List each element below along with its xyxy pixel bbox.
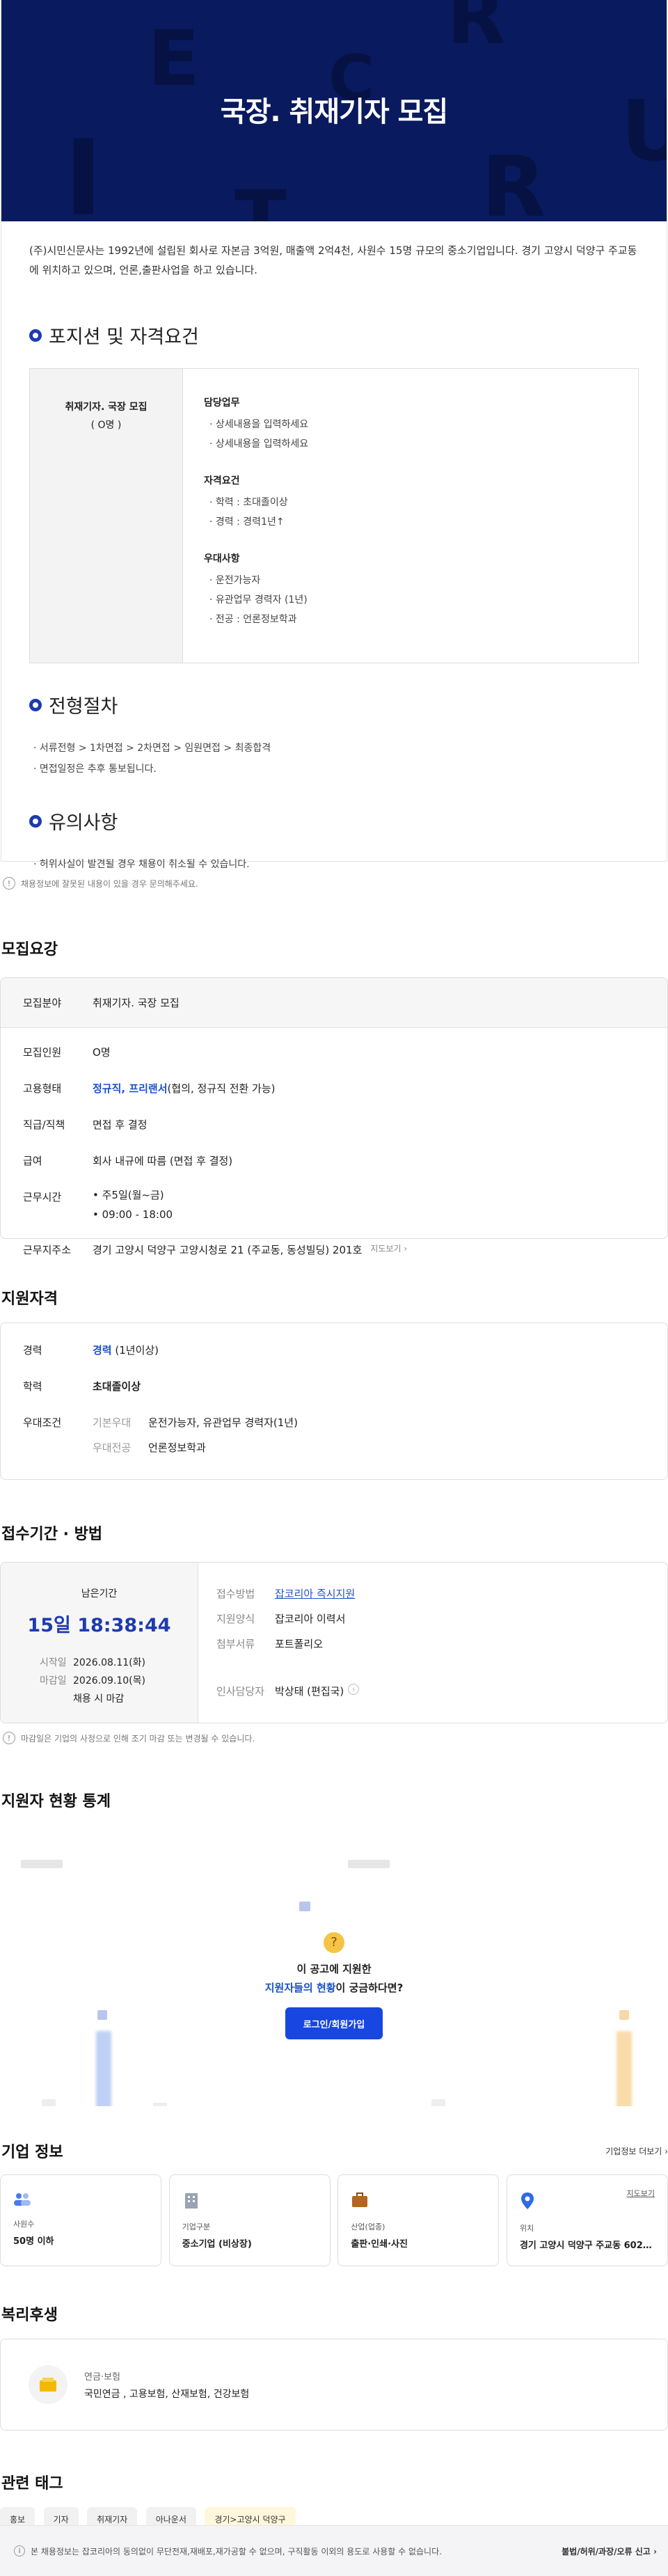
company-heading: 기업 정보 — [1, 2144, 63, 2161]
bullet-circle-icon — [29, 329, 42, 342]
chevron-right-icon: › — [653, 2546, 657, 2557]
summary-field-row: 모집분야 취재기자. 국장 모집 — [1, 978, 667, 1028]
qualification-section: 지원자격 경력 경력 (1년이상) 학력 초대졸이상 우대조건 기본우대 운전가… — [0, 1286, 668, 1480]
countdown: 15일 18:38:44 — [27, 1615, 171, 1636]
company-cards: 사원수 50명 이하 기업구분 중소기업 (비상장) 산업(업종) 출판·인쇄·… — [0, 2174, 668, 2266]
salary-row: 급여 회사 내규에 따름 (면접 후 결정) — [23, 1155, 233, 1167]
report-link[interactable]: 불법/허위/과장/오류 신고 › — [562, 2545, 657, 2557]
list-item: · 상세내용을 입력하세요 — [209, 419, 309, 430]
bullet-circle-icon — [29, 814, 42, 828]
process-list: 서류전형 > 1차면접 > 2차면접 > 임원면접 > 최종합격 면접일정은 추… — [33, 738, 667, 780]
summary-section: 모집요강 모집분야 취재기자. 국장 모집 모집인원 O명 고용형태 정규직, … — [0, 937, 668, 1256]
info-icon: ! — [3, 877, 15, 890]
end-date: 2026.09.10(목) — [73, 1675, 145, 1686]
people-icon — [14, 2193, 31, 2206]
apply-method-panel: 접수방법 잡코리아 즉시지원 지원양식 잡코리아 이력서 첨부서류 포트폴리오 … — [198, 1563, 667, 1723]
error-report-notice: ! 채용정보에 잘못된 내용이 있을 경우 문의해주세요. — [3, 877, 668, 890]
position-role-cell: 취재기자. 국장 모집 ( O명 ) — [30, 369, 183, 663]
list-item: 허위사실이 발견될 경우 채용이 취소될 수 있습니다. — [33, 854, 667, 875]
list-item: · 경력 : 경력1년↑ — [209, 516, 285, 528]
education-row: 학력 초대졸이상 — [23, 1380, 141, 1393]
rank-row: 직급/직책 면접 후 결정 — [23, 1119, 148, 1131]
position-headcount: ( O명 ) — [90, 420, 122, 431]
pension-icon — [29, 2365, 67, 2404]
hours-row: 근무시간 • 주5일(월~금) • 09:00 - 18:00 — [23, 1189, 173, 1221]
login-signup-button[interactable]: 로그인/회원가입 — [285, 2007, 383, 2039]
briefcase-icon — [352, 2192, 368, 2207]
preference-row: 우대조건 기본우대 운전가능자, 유관업무 경력자(1년) 우대전공 언론정보학… — [23, 1416, 298, 1454]
position-heading: 포지션 및 자격요건 — [29, 322, 667, 349]
deadline-notice: ! 마감일은 기업의 사정으로 인해 조기 마감 또는 변경될 수 있습니다. — [3, 1732, 668, 1744]
list-item: · 학력 : 초대졸이상 — [209, 497, 288, 508]
contact-info-icon[interactable]: › — [348, 1684, 360, 1695]
welfare-box: 연금·보험 국민연금 , 고용보험, 산재보험, 건강보험 — [0, 2339, 668, 2431]
list-item: · 상세내용을 입력하세요 — [209, 438, 309, 450]
list-item: · 유관업무 경력자 (1년) — [209, 594, 308, 606]
company-intro: (주)시민신문사는 1992년에 설립된 회사로 자본금 3억원, 매출액 2억… — [29, 244, 637, 276]
start-date: 2026.08.11(화) — [73, 1657, 145, 1668]
position-detail-cell: 담당업무 · 상세내용을 입력하세요 · 상세내용을 입력하세요 자격요건 · … — [183, 369, 638, 663]
welfare-section: 복리후생 연금·보험 국민연금 , 고용보험, 산재보험, 건강보험 — [0, 2302, 668, 2431]
caution-heading: 유의사항 — [29, 807, 667, 835]
summary-heading: 모집요강 — [1, 941, 58, 958]
remaining-time-panel: 남은기간 15일 18:38:44 시작일 2026.08.11(화) 마감일 20… — [1, 1563, 198, 1723]
stats-login-prompt: ? 이 공고에 지원한 지원자들의 현황이 궁금하다면? 로그인/회원가입 — [0, 1932, 668, 2039]
banner-letter: T — [234, 174, 287, 221]
info-icon: i — [14, 2545, 25, 2557]
chevron-right-icon: › — [665, 2146, 668, 2156]
map-link[interactable]: 지도보기 › — [370, 1242, 407, 1257]
summary-field-value: 취재기자. 국장 모집 — [93, 997, 180, 1009]
period-box: 남은기간 15일 18:38:44 시작일 2026.08.11(화) 마감일 20… — [0, 1562, 668, 1723]
list-item: 서류전형 > 1차면접 > 2차면접 > 임원면접 > 최종합격 — [33, 738, 667, 759]
qualification-box: 경력 경력 (1년이상) 학력 초대졸이상 우대조건 기본우대 운전가능자, 유… — [0, 1322, 668, 1480]
duty-group: 담당업무 · 상세내용을 입력하세요 · 상세내용을 입력하세요 — [204, 395, 638, 454]
error-report-link[interactable]: 채용정보에 잘못된 내용이 있을 경우 문의해주세요. — [21, 878, 198, 890]
address-row: 근무지주소 경기 고양시 덕양구 고양시청로 21 (주교동, 동성빌딩) 20… — [23, 1242, 408, 1257]
copyright-footer: i 본 채용정보는 잡코리아의 동의없이 무단전재,재배포,재가공할 수 없으며… — [0, 2525, 668, 2576]
tags-heading: 관련 태그 — [1, 2475, 63, 2492]
stats-blurred-chart: ? 이 공고에 지원한 지원자들의 현황이 궁금하다면? 로그인/회원가입 — [0, 1828, 668, 2106]
banner-letter: R — [447, 0, 506, 61]
position-table: 취재기자. 국장 모집 ( O명 ) 담당업무 · 상세내용을 입력하세요 · … — [29, 368, 639, 663]
banner-letter: I — [64, 118, 103, 221]
process-heading: 전형절차 — [29, 691, 667, 718]
tags-section: 관련 태그 홍보 기자 취재기자 아나운서 경기>고양시 덕양구 — [0, 2471, 668, 2532]
location-icon — [520, 2192, 534, 2209]
posting-title: 국장. 취재기자 모집 — [220, 96, 448, 128]
headcount-row: 모집인원 O명 — [23, 1046, 111, 1059]
company-section: 기업 정보 기업정보 더보기 › 사원수 50명 이하 기업구분 중소기업 (비… — [0, 2140, 668, 2266]
employee-count-card: 사원수 50명 이하 — [0, 2174, 161, 2266]
list-item: · 전공 : 언론정보학과 — [209, 614, 297, 625]
welfare-heading: 복리후생 — [1, 2307, 58, 2324]
banner-letter: R — [482, 139, 546, 221]
company-more-link[interactable]: 기업정보 더보기 › — [605, 2145, 668, 2157]
industry-card: 산업(업종) 출판·인쇄·사진 — [337, 2174, 500, 2266]
stats-heading: 지원자 현황 통계 — [1, 1793, 111, 1810]
position-role: 취재기자. 국장 모집 — [65, 402, 148, 413]
posting-banner: E R C I R U T 국장. 취재기자 모집 — [1, 0, 667, 221]
career-row: 경력 경력 (1년이상) — [23, 1344, 159, 1357]
company-type-card: 기업구분 중소기업 (비상장) — [168, 2174, 331, 2266]
job-posting-body: E R C I R U T 국장. 취재기자 모집 (주)시민신문사는 1992… — [1, 0, 667, 870]
location-card: 지도보기 위치 경기 고양시 덕양구 주교동 602 ... — [506, 2174, 668, 2266]
apply-link[interactable]: 잡코리아 즉시지원 — [275, 1586, 355, 1611]
info-icon: ! — [3, 1732, 15, 1744]
chevron-right-icon: › — [404, 1244, 408, 1254]
period-section: 접수기간 · 방법 남은기간 15일 18:38:44 시작일 2026.08.1… — [0, 1522, 668, 1744]
stats-section: 지원자 현황 통계 ? 이 공고에 지원한 지원자들의 현황이 궁금하다면? 로… — [0, 1789, 668, 2106]
map-link[interactable]: 지도보기 — [626, 2188, 654, 2199]
requirement-group: 자격요건 · 학력 : 초대졸이상 · 경력 : 경력1년↑ — [204, 473, 638, 532]
caution-list: 허위사실이 발견될 경우 채용이 취소될 수 있습니다. — [33, 854, 667, 875]
list-item: 면접일정은 추후 통보됩니다. — [33, 759, 667, 780]
emoji-icon: ? — [324, 1932, 344, 1953]
bullet-circle-icon — [29, 698, 42, 711]
summary-box: 모집분야 취재기자. 국장 모집 모집인원 O명 고용형태 정규직, 프리랜서(… — [0, 977, 668, 1256]
period-heading: 접수기간 · 방법 — [1, 1526, 103, 1543]
list-item: · 운전가능자 — [209, 575, 261, 586]
qualification-heading: 지원자격 — [1, 1290, 58, 1308]
end-note: 채용 시 마감 — [73, 1693, 125, 1705]
building-icon — [184, 2193, 198, 2208]
preference-group: 우대사항 · 운전가능자 · 유관업무 경력자 (1년) · 전공 : 언론정보… — [204, 551, 638, 629]
employment-type-row: 고용형태 정규직, 프리랜서(협의, 정규직 전환 가능) — [23, 1082, 276, 1095]
